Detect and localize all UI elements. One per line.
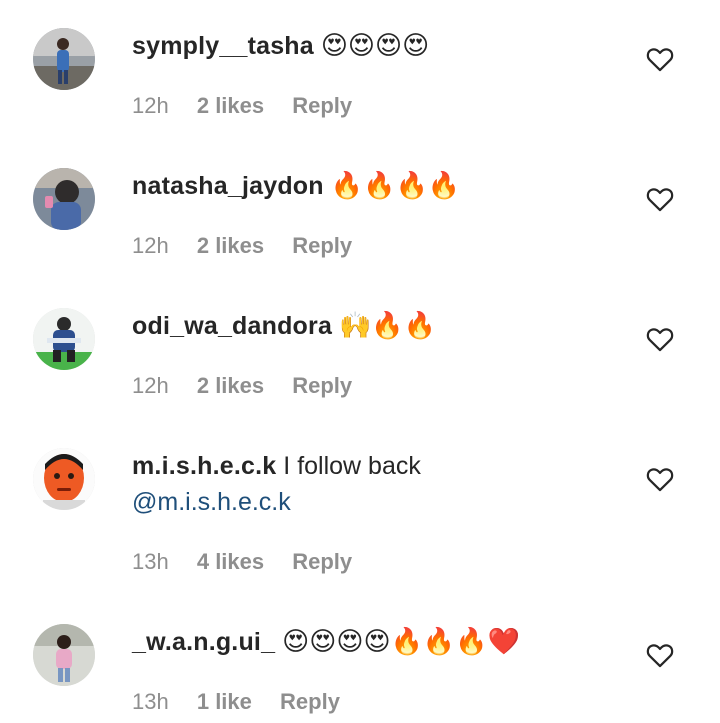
- comment-text: 🔥🔥🔥🔥: [330, 171, 461, 201]
- comment-text: 😍😍😍😍🔥🔥🔥❤️: [282, 627, 521, 657]
- heart-outline-icon[interactable]: [646, 642, 674, 668]
- comment-username[interactable]: natasha_jaydon: [132, 172, 324, 200]
- comment-line: symply__tasha 😍😍😍😍: [132, 31, 429, 61]
- comment-meta: 12h 2 likes Reply: [132, 373, 374, 399]
- avatar[interactable]: [33, 624, 95, 686]
- heart-outline-icon[interactable]: [646, 186, 674, 212]
- heart-outline-icon[interactable]: [646, 46, 674, 72]
- comment-meta: 12h 2 likes Reply: [132, 93, 374, 119]
- comment-line: odi_wa_dandora 🙌🔥🔥: [132, 311, 436, 341]
- comment-line: natasha_jaydon 🔥🔥🔥🔥: [132, 171, 460, 201]
- avatar[interactable]: [33, 308, 95, 370]
- reply-button[interactable]: Reply: [292, 93, 352, 118]
- reply-button[interactable]: Reply: [280, 689, 340, 714]
- heart-outline-icon[interactable]: [646, 466, 674, 492]
- comment-line: m.i.s.h.e.c.k I follow back: [132, 451, 421, 481]
- comment-username[interactable]: _w.a.n.g.ui_: [132, 628, 275, 656]
- heart-outline-icon[interactable]: [646, 326, 674, 352]
- comment-username[interactable]: m.i.s.h.e.c.k: [132, 452, 276, 480]
- comment-time: 12h: [132, 93, 169, 118]
- comment-meta: 13h 4 likes Reply: [132, 549, 374, 575]
- comment-line: _w.a.n.g.ui_ 😍😍😍😍🔥🔥🔥❤️: [132, 627, 520, 657]
- reply-button[interactable]: Reply: [292, 373, 352, 398]
- reply-button[interactable]: Reply: [292, 549, 352, 574]
- comment-username[interactable]: odi_wa_dandora: [132, 312, 332, 340]
- comment-time: 12h: [132, 233, 169, 258]
- comment-text: I follow back: [283, 452, 421, 480]
- avatar[interactable]: [33, 448, 95, 510]
- comment-likes[interactable]: 2 likes: [197, 233, 264, 258]
- reply-button[interactable]: Reply: [292, 233, 352, 258]
- avatar[interactable]: [33, 168, 95, 230]
- comment-likes[interactable]: 1 like: [197, 689, 252, 714]
- comment-time: 13h: [132, 689, 169, 714]
- avatar[interactable]: [33, 28, 95, 90]
- comment-meta: 13h 1 like Reply: [132, 689, 362, 715]
- comment-meta: 12h 2 likes Reply: [132, 233, 374, 259]
- comment-text: 😍😍😍😍: [320, 31, 430, 61]
- comment-text: 🙌🔥🔥: [339, 311, 437, 341]
- comment-time: 13h: [132, 549, 169, 574]
- comment-likes[interactable]: 4 likes: [197, 549, 264, 574]
- comment-time: 12h: [132, 373, 169, 398]
- mention-link[interactable]: @m.i.s.h.e.c.k: [132, 487, 291, 517]
- comment-likes[interactable]: 2 likes: [197, 373, 264, 398]
- comment-likes[interactable]: 2 likes: [197, 93, 264, 118]
- comment-username[interactable]: symply__tasha: [132, 32, 314, 60]
